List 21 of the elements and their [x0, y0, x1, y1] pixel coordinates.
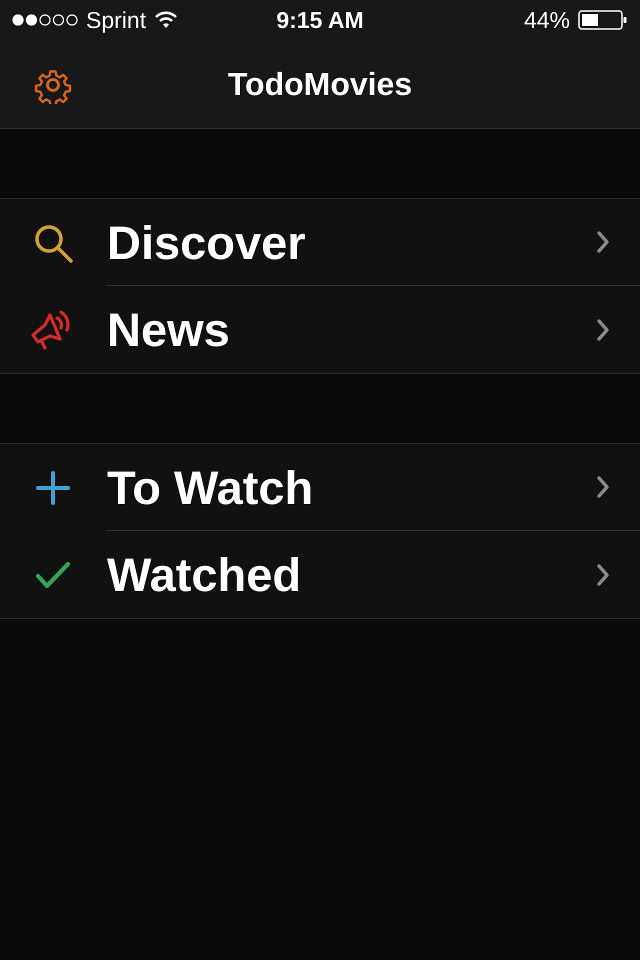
menu-row[interactable]: Discover [0, 199, 640, 286]
carrier-name: Sprint [86, 6, 146, 34]
battery-icon [578, 10, 628, 30]
chevron-icon [596, 318, 610, 342]
signal-icon [12, 14, 78, 26]
nav-title: TodoMovies [228, 66, 412, 102]
battery-percentage: 44% [524, 6, 570, 34]
checkmark-icon [35, 560, 71, 588]
menu-row[interactable]: Watched [0, 531, 640, 618]
chevron-icon [596, 475, 610, 499]
menu-row[interactable]: To Watch [0, 444, 640, 531]
chevron-icon [596, 562, 610, 586]
wifi-icon [154, 11, 178, 29]
status-time: 9:15 AM [276, 6, 364, 34]
row-label: Discover [107, 214, 306, 270]
row-label: To Watch [107, 460, 314, 514]
plus-icon [36, 470, 70, 504]
row-label: News [107, 302, 230, 357]
row-label: Watched [107, 547, 302, 602]
chevron-icon [596, 230, 610, 254]
menu-row[interactable]: News [0, 286, 640, 373]
